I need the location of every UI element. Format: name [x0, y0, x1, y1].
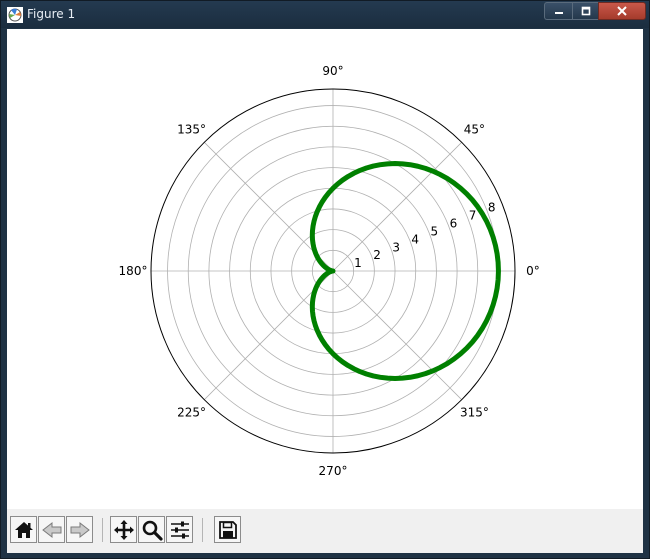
radial-tick-label: 1 — [354, 256, 362, 270]
app-window: Figure 1 0° 45° 90° 135° 180° 225° 270° 315° 1 2 3… — [0, 0, 650, 559]
radial-tick-label: 2 — [373, 248, 381, 262]
save-button[interactable] — [214, 516, 241, 543]
save-icon — [218, 520, 237, 539]
pan-button[interactable] — [110, 516, 137, 543]
maximize-icon — [581, 6, 591, 16]
home-button[interactable] — [10, 516, 37, 543]
subplots-button[interactable] — [166, 516, 193, 543]
maximize-button[interactable] — [572, 2, 599, 20]
back-arrow-icon — [41, 521, 61, 538]
angle-tick-label: 225° — [177, 405, 206, 419]
radial-tick-label: 6 — [450, 217, 458, 231]
toolbar-separator — [202, 518, 203, 542]
back-button[interactable] — [38, 516, 65, 543]
zoom-icon — [142, 520, 163, 541]
move-icon — [113, 519, 134, 540]
angle-tick-label: 135° — [177, 123, 206, 137]
radial-tick-label: 8 — [488, 201, 496, 215]
zoom-button[interactable] — [138, 516, 165, 543]
radial-tick-label: 4 — [411, 232, 419, 246]
figure-window-client: 0° 45° 90° 135° 180° 225° 270° 315° 1 2 3 4 5 6 7 8 — [7, 29, 643, 553]
radial-tick-label: 3 — [392, 240, 400, 254]
title-bar[interactable]: Figure 1 — [1, 1, 649, 28]
angle-tick-label: 90° — [322, 64, 343, 78]
polar-chart[interactable]: 0° 45° 90° 135° 180° 225° 270° 315° 12345678 — [7, 29, 643, 509]
home-icon — [14, 521, 33, 538]
angle-tick-label: 270° — [319, 464, 348, 478]
angle-tick-label: 180° — [119, 264, 148, 278]
angle-tick-label: 0° — [526, 264, 540, 278]
radial-tick-label: 7 — [469, 209, 477, 223]
angle-tick-label: 45° — [464, 123, 485, 137]
sliders-icon — [170, 521, 189, 538]
close-icon — [617, 6, 627, 16]
angle-tick-label: 315° — [460, 405, 489, 419]
forward-arrow-icon — [70, 521, 90, 538]
forward-button[interactable] — [66, 516, 93, 543]
radial-tick-label: 5 — [431, 224, 439, 238]
minimize-button[interactable] — [544, 2, 573, 20]
navigation-toolbar — [7, 509, 643, 553]
close-button[interactable] — [598, 2, 646, 20]
minimize-icon — [555, 12, 563, 14]
window-title: Figure 1 — [27, 7, 76, 21]
toolbar-separator — [102, 518, 103, 542]
matplotlib-figure-icon — [7, 7, 23, 23]
